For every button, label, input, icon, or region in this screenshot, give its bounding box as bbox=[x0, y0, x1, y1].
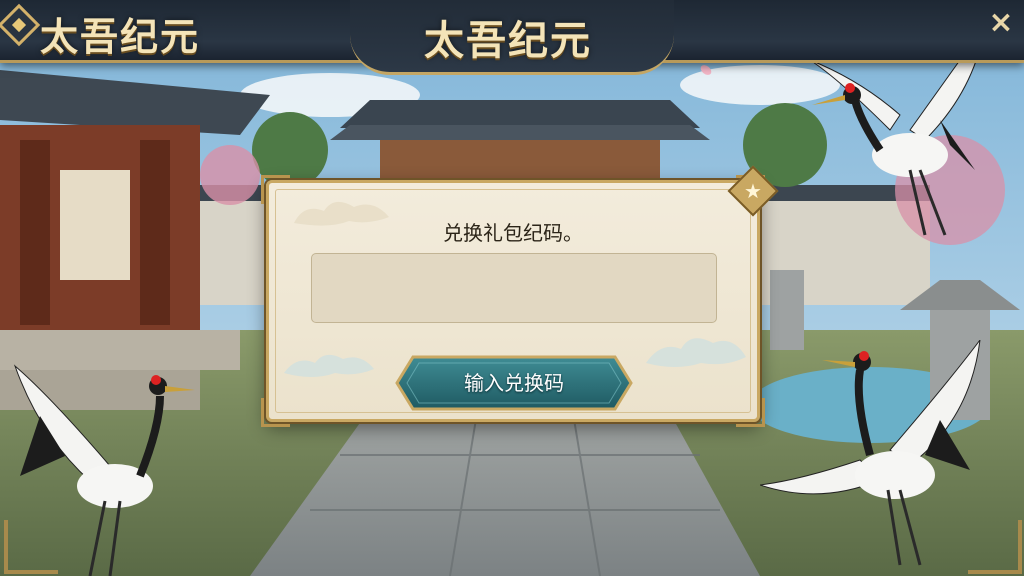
cloud-ornament-icon bbox=[646, 338, 746, 367]
crane-icon bbox=[760, 340, 981, 566]
dialog-corner-ornament bbox=[261, 175, 290, 204]
cloud-ornament-icon bbox=[284, 354, 374, 377]
redeem-code-input[interactable] bbox=[311, 253, 717, 323]
redeem-button[interactable]: 输入兑换码 bbox=[395, 355, 633, 411]
dialog-title: 兑换礼包纪码。 bbox=[443, 221, 583, 245]
frame-corner-ornament bbox=[4, 520, 58, 574]
redeem-code-dialog: ★ 兑换礼包纪码。 输入兑换码 bbox=[261, 165, 779, 427]
close-icon[interactable]: × bbox=[986, 8, 1016, 38]
dialog-corner-ornament bbox=[736, 398, 765, 427]
game-title-left: 太吾纪元 bbox=[40, 14, 201, 59]
dialog-corner-ornament bbox=[261, 398, 290, 427]
frame-corner-ornament bbox=[968, 520, 1022, 574]
game-title-center: 太吾纪元 bbox=[424, 17, 592, 64]
redeem-button-label: 输入兑换码 bbox=[464, 371, 564, 395]
